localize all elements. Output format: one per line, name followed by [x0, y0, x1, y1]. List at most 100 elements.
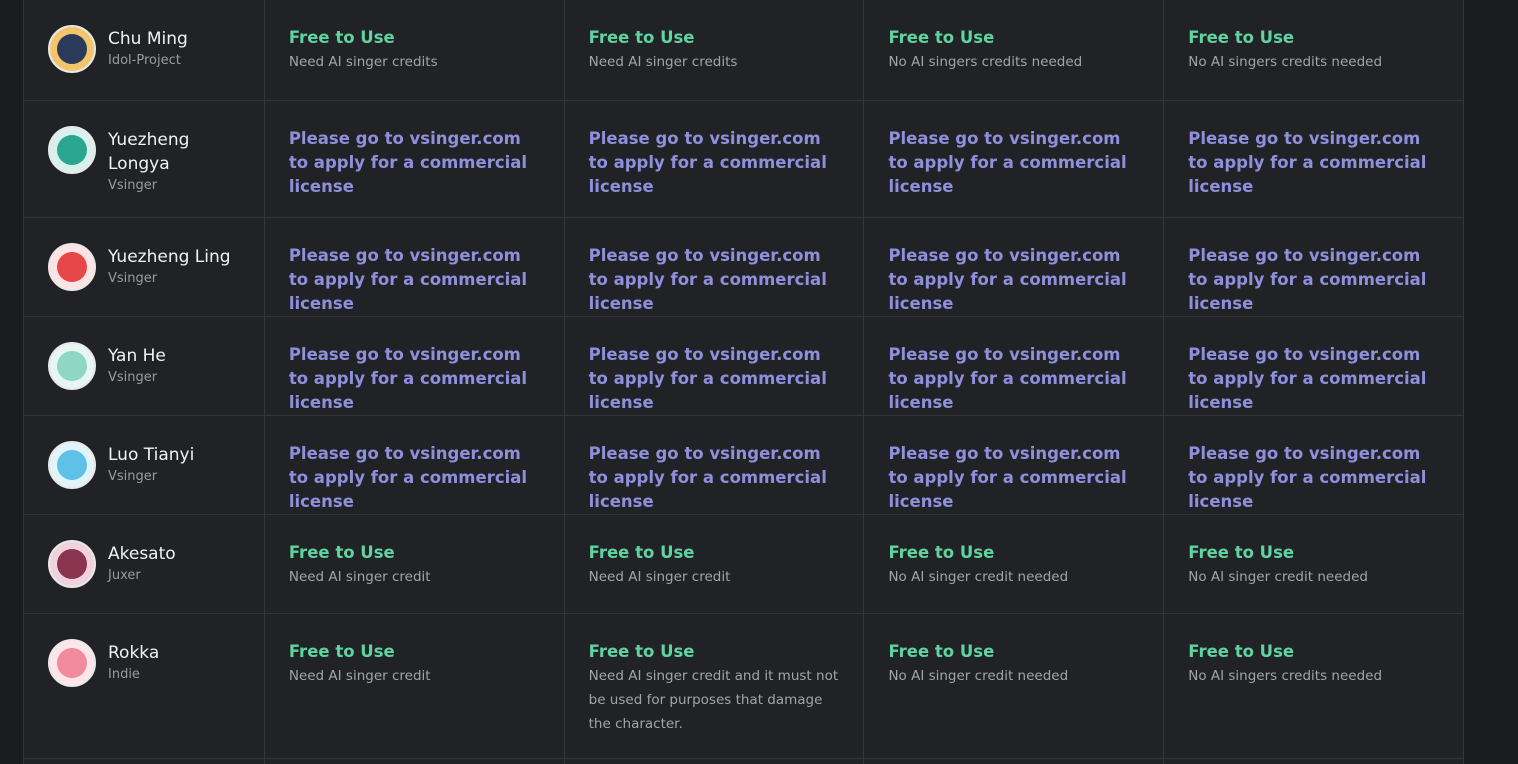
apply-license-link[interactable]: Please go to vsinger.com to apply for a …: [589, 442, 840, 514]
apply-license-link[interactable]: Please go to vsinger.com to apply for a …: [289, 442, 540, 514]
status-label: Free to Use: [288, 543, 395, 562]
yan-he-logo-icon: [48, 342, 96, 390]
license-cell: Please go to vsinger.com to apply for a …: [263, 101, 564, 217]
table-row: Akesato Juxer Free to Use Need AI singer…: [24, 514, 1463, 613]
luo-tianyi-logo-icon: [48, 441, 96, 489]
license-cell: [263, 759, 564, 764]
status-label: Free to Use: [1188, 543, 1295, 562]
singer-company: Idol-Project: [108, 53, 181, 68]
status-note: Need AI singer credit: [288, 569, 431, 585]
status-note: Need AI singer credit and it must not be…: [588, 668, 839, 732]
singer-company: Vsinger: [108, 271, 158, 286]
apply-license-link[interactable]: Please go to vsinger.com to apply for a …: [289, 127, 540, 199]
license-cell: Please go to vsinger.com to apply for a …: [563, 317, 864, 415]
singer-company: Vsinger: [108, 469, 158, 484]
chu-ming-avatar-icon: [48, 25, 96, 73]
table-row: Yuezheng Longya Vsinger Please go to vsi…: [24, 100, 1463, 217]
singer-name: Akesato: [108, 544, 176, 564]
status-note: No AI singer credit needed: [888, 668, 1069, 684]
yuezheng-longya-logo-icon: [48, 126, 96, 174]
singer-name: Chu Ming: [108, 29, 188, 49]
license-cell: Free to Use No AI singer credit needed: [863, 515, 1163, 613]
license-cell: Free to Use Need AI singer credit: [263, 614, 564, 758]
license-cell: Free to Use Need AI singer credit: [563, 515, 864, 613]
table-row: Luo Tianyi Vsinger Please go to vsinger.…: [24, 415, 1463, 514]
license-cell: Please go to vsinger.com to apply for a …: [1163, 416, 1463, 514]
apply-license-link[interactable]: Please go to vsinger.com to apply for a …: [888, 127, 1139, 199]
license-cell: Please go to vsinger.com to apply for a …: [863, 218, 1163, 316]
singer-name: Rokka: [108, 643, 160, 663]
status-label: Free to Use: [888, 28, 995, 47]
singer-name: Yuezheng Ling: [108, 247, 231, 267]
singer-company: Vsinger: [108, 370, 158, 385]
license-cell: Please go to vsinger.com to apply for a …: [1163, 317, 1463, 415]
apply-license-link[interactable]: Please go to vsinger.com to apply for a …: [1188, 244, 1439, 316]
singer-name: Yuezheng Longya: [108, 130, 190, 174]
license-cell: Free to Use No AI singers credits needed: [863, 0, 1163, 100]
license-cell: Please go to vsinger.com to apply for a …: [563, 218, 864, 316]
status-label: Free to Use: [1188, 642, 1295, 661]
status-label: Free to Use: [288, 642, 395, 661]
apply-license-link[interactable]: Please go to vsinger.com to apply for a …: [589, 244, 840, 316]
status-note: Need AI singer credits: [288, 54, 438, 70]
apply-license-link[interactable]: Please go to vsinger.com to apply for a …: [1188, 343, 1439, 415]
singer-name: Yan He: [108, 346, 166, 366]
apply-license-link[interactable]: Please go to vsinger.com to apply for a …: [888, 244, 1139, 316]
singer-company: Vsinger: [108, 178, 158, 193]
license-cell: Free to Use Need AI singer credits: [563, 0, 864, 100]
status-note: No AI singer credit needed: [1188, 569, 1368, 585]
status-label: Free to Use: [888, 543, 995, 562]
status-label: Free to Use: [588, 642, 695, 661]
license-cell: Please go to vsinger.com to apply for a …: [863, 317, 1163, 415]
akesato-avatar-icon: [48, 540, 96, 588]
license-cell: Free to Use Need AI singer credit: [263, 515, 564, 613]
status-note: No AI singers credits needed: [1188, 668, 1383, 684]
apply-license-link[interactable]: Please go to vsinger.com to apply for a …: [589, 127, 840, 199]
apply-license-link[interactable]: Please go to vsinger.com to apply for a …: [289, 343, 540, 415]
apply-license-link[interactable]: Please go to vsinger.com to apply for a …: [888, 442, 1139, 514]
apply-license-link[interactable]: Please go to vsinger.com to apply for a …: [1188, 442, 1439, 514]
license-cell: Please go to vsinger.com to apply for a …: [1163, 218, 1463, 316]
license-cell: Please go to vsinger.com to apply for a …: [563, 101, 864, 217]
table-row: Chu Ming Idol-Project Free to Use Need A…: [24, 0, 1463, 100]
license-cell: Please go to vsinger.com to apply for a …: [563, 416, 864, 514]
status-label: Free to Use: [888, 642, 995, 661]
status-label: Free to Use: [588, 543, 695, 562]
license-cell: Free to Use No AI singer credit needed: [1163, 515, 1463, 613]
license-cell: Please go to vsinger.com to apply for a …: [263, 317, 564, 415]
table-row: Rokka Indie Free to Use Need AI singer c…: [24, 613, 1463, 758]
license-cell: [863, 759, 1163, 764]
rokka-avatar-icon: [48, 639, 96, 687]
license-cell: Please go to vsinger.com to apply for a …: [863, 101, 1163, 217]
table-row: Yuezheng Ling Vsinger Please go to vsing…: [24, 217, 1463, 316]
singer-cell: Akesato Juxer: [24, 515, 264, 613]
singer-name: Luo Tianyi: [108, 445, 195, 465]
license-cell: Free to Use Need AI singer credits: [263, 0, 564, 100]
status-label: Free to Use: [1188, 28, 1295, 47]
apply-license-link[interactable]: Please go to vsinger.com to apply for a …: [589, 343, 840, 415]
singer-cell: Yan He Vsinger: [24, 317, 264, 415]
license-cell: Free to Use No AI singer credit needed: [863, 614, 1163, 758]
status-note: Need AI singer credit: [588, 569, 731, 585]
status-label: Free to Use: [288, 28, 395, 47]
status-note: Need AI singer credit: [288, 668, 431, 684]
status-note: No AI singers credits needed: [1188, 54, 1383, 70]
table-row: [24, 758, 1463, 764]
license-cell: Please go to vsinger.com to apply for a …: [263, 416, 564, 514]
status-note: No AI singers credits needed: [888, 54, 1083, 70]
status-label: Free to Use: [588, 28, 695, 47]
status-note: Need AI singer credits: [588, 54, 738, 70]
singer-cell: Rokka Indie: [24, 614, 264, 758]
singer-cell: Yuezheng Longya Vsinger: [24, 101, 264, 217]
apply-license-link[interactable]: Please go to vsinger.com to apply for a …: [1188, 127, 1439, 199]
singer-cell: Chu Ming Idol-Project: [24, 0, 264, 100]
singer-company: Juxer: [108, 568, 141, 583]
license-cell: Free to Use No AI singers credits needed: [1163, 0, 1463, 100]
apply-license-link[interactable]: Please go to vsinger.com to apply for a …: [888, 343, 1139, 415]
apply-license-link[interactable]: Please go to vsinger.com to apply for a …: [289, 244, 540, 316]
license-cell: Please go to vsinger.com to apply for a …: [863, 416, 1163, 514]
license-cell: [1163, 759, 1463, 764]
singer-company: Indie: [108, 667, 140, 682]
table-row: Yan He Vsinger Please go to vsinger.com …: [24, 316, 1463, 415]
singer-cell: [24, 759, 264, 764]
